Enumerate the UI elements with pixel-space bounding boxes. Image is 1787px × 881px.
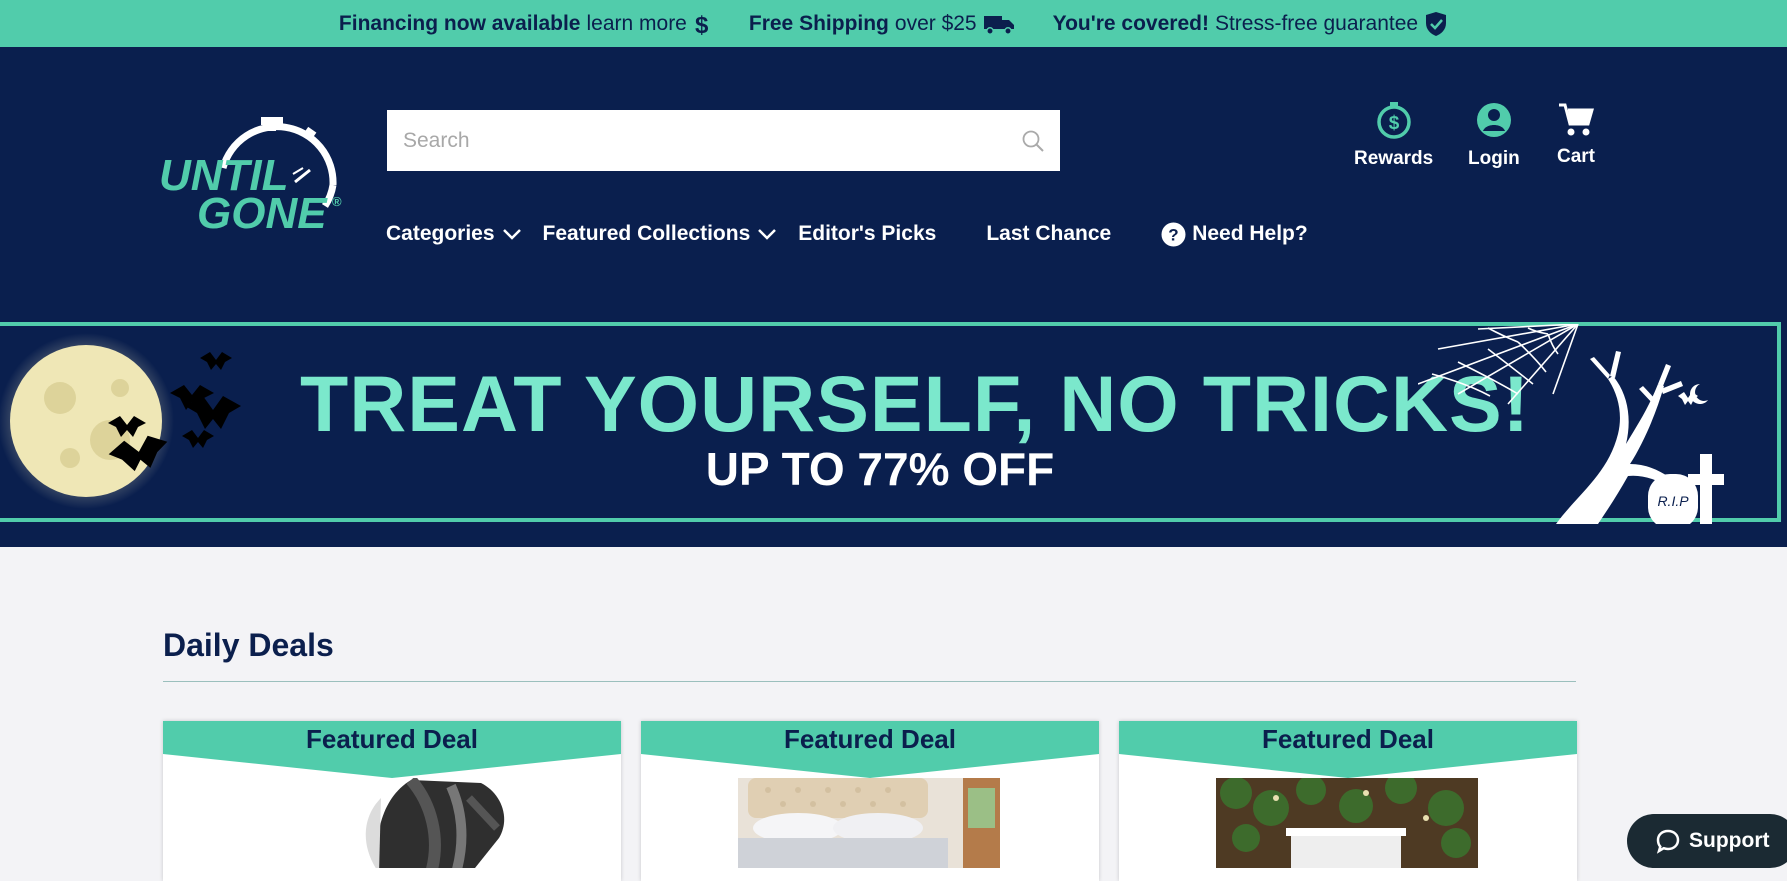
chevron-down-icon <box>502 229 521 240</box>
featured-deal-label: Featured Deal <box>306 724 478 754</box>
nav-need-help[interactable]: ? Need Help? <box>1161 222 1308 247</box>
financing-link[interactable]: learn more <box>586 12 686 36</box>
shipping-bold: Free Shipping <box>748 11 889 35</box>
dollar-icon: $ <box>695 12 709 37</box>
financing-promo[interactable]: Financing now available learn more $ <box>339 11 711 37</box>
promo-banner[interactable]: TREAT YOURSELF, NO TRICKS! UP TO 77% OFF <box>0 320 1787 547</box>
tombstone-text: R.I.P <box>1657 493 1689 509</box>
guarantee-promo: You're covered! Stress-free guarantee <box>1053 11 1448 37</box>
support-label: Support <box>1689 829 1770 852</box>
banner-subline: UP TO 77% OFF <box>705 443 1055 495</box>
chat-bubble-icon <box>1656 829 1680 854</box>
deal-card[interactable]: Featured Deal <box>1119 721 1577 881</box>
rewards-button[interactable]: $ Rewards <box>1354 100 1433 170</box>
featured-deal-label: Featured Deal <box>1262 724 1434 754</box>
rewards-icon: $ <box>1376 102 1411 139</box>
nav-editors-picks[interactable]: Editor's Picks <box>798 222 936 246</box>
search-box[interactable] <box>387 110 1060 171</box>
cart-label: Cart <box>1556 146 1595 167</box>
shipping-light: over $25 <box>894 11 977 35</box>
daily-deals-title: Daily Deals <box>163 627 334 663</box>
question-icon: ? <box>1161 222 1186 246</box>
product-image-bed[interactable] <box>738 778 1000 868</box>
nav-featured-collections[interactable]: Featured Collections <box>543 222 779 246</box>
nav-categories-label: Categories <box>386 222 495 245</box>
rewards-label: Rewards <box>1354 148 1434 169</box>
deal-card[interactable]: Featured Deal <box>641 721 1099 881</box>
section-divider <box>163 681 1576 682</box>
main-nav: Categories Featured Collections Editor's… <box>386 218 1308 250</box>
login-button[interactable]: Login <box>1468 100 1520 170</box>
search-icon[interactable] <box>1020 128 1046 154</box>
truck-icon <box>983 15 1014 35</box>
nav-need-help-label: Need Help? <box>1192 222 1308 245</box>
logo-text-bottom: GONE <box>197 189 327 238</box>
chevron-down-icon <box>758 229 777 240</box>
nav-featured-label: Featured Collections <box>542 222 751 245</box>
svg-text:$: $ <box>1388 113 1399 134</box>
svg-text:$: $ <box>695 12 709 37</box>
shipping-promo: Free Shipping over $25 <box>749 12 1015 36</box>
nav-categories[interactable]: Categories <box>386 222 523 246</box>
until-gone-logo[interactable]: UNTIL GONE ® <box>155 110 355 240</box>
covered-bold: You're covered! <box>1052 11 1209 35</box>
shield-check-icon <box>1426 11 1447 36</box>
cart-icon <box>1559 103 1594 136</box>
promo-bar: Financing now available learn more $ Fre… <box>0 0 1787 47</box>
cart-button[interactable]: Cart <box>1556 100 1596 168</box>
nav-editors-label: Editor's Picks <box>798 222 937 245</box>
moon-bats-illustration <box>0 333 241 509</box>
financing-bold: Financing now available <box>338 11 581 35</box>
account-icon <box>1476 103 1511 137</box>
spiderweb-tree-illustration: R.I.P <box>1418 324 1724 524</box>
svg-text:?: ? <box>1168 225 1178 244</box>
search-input[interactable] <box>401 127 1020 154</box>
nav-last-chance[interactable]: Last Chance <box>986 222 1111 246</box>
login-label: Login <box>1468 148 1520 169</box>
nav-last-chance-label: Last Chance <box>986 222 1112 245</box>
deal-card[interactable]: Featured Deal <box>163 721 621 881</box>
featured-deal-label: Featured Deal <box>784 724 956 754</box>
covered-light: Stress-free guarantee <box>1214 11 1419 35</box>
banner-headline: TREAT YOURSELF, NO TRICKS! <box>300 359 1531 448</box>
product-image-blanket[interactable] <box>261 778 523 868</box>
product-image-planter[interactable] <box>1216 778 1478 868</box>
registered-mark: ® <box>332 194 342 209</box>
